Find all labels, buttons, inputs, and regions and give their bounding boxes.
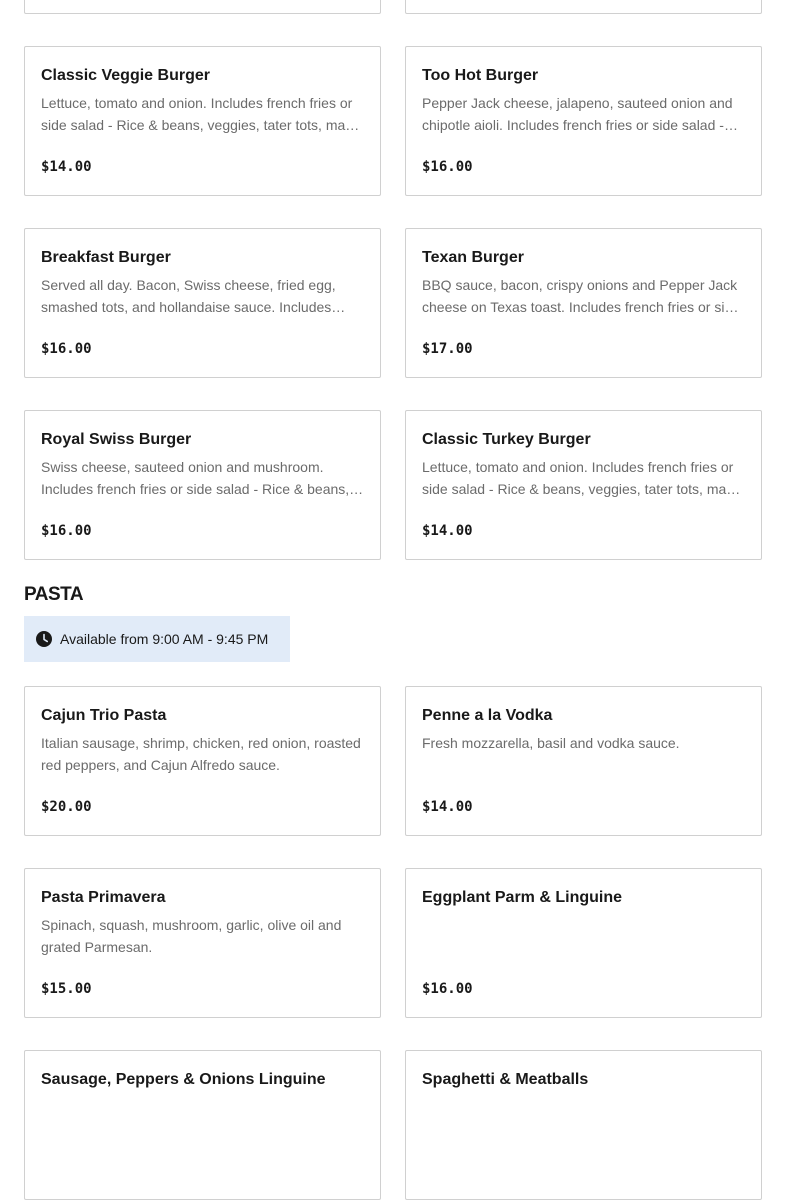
item-name: Texan Burger	[422, 249, 524, 266]
item-name: Spaghetti & Meatballs	[422, 1071, 589, 1088]
item-name: Classic Turkey Burger	[422, 431, 591, 448]
item-price: $16.00	[422, 159, 473, 175]
menu-item-card[interactable]: Breakfast Burger Served all day. Bacon, …	[24, 228, 381, 378]
menu-item-card[interactable]: Too Hot Burger Pepper Jack cheese, jalap…	[405, 46, 762, 196]
menu-item-card[interactable]: Texan Burger BBQ sauce, bacon, crispy on…	[405, 228, 762, 378]
menu-item-card[interactable]: Royal Swiss Burger Swiss cheese, sauteed…	[24, 410, 381, 560]
item-name: Cajun Trio Pasta	[41, 707, 167, 724]
item-price: $14.00	[422, 799, 473, 815]
clock-icon	[36, 631, 52, 647]
menu-item-card[interactable]: Sausage, Peppers & Onions Linguine	[24, 1050, 381, 1200]
menu-item-card[interactable]: Eggplant Parm & Linguine $16.00	[405, 868, 762, 1018]
availability-text: Available from 9:00 AM - 9:45 PM	[60, 631, 269, 647]
item-description: BBQ sauce, bacon, crispy onions and Pepp…	[422, 277, 741, 315]
item-description: Pepper Jack cheese, jalapeno, sauteed on…	[422, 95, 733, 133]
item-name: Penne a la Vodka	[422, 707, 553, 724]
item-price: $16.00	[41, 341, 92, 357]
item-description: Italian sausage, shrimp, chicken, red on…	[41, 735, 361, 773]
item-price: $20.00	[41, 799, 92, 815]
menu-item-card[interactable]: Spaghetti & Meatballs	[405, 1050, 762, 1200]
item-name: Classic Veggie Burger	[41, 67, 210, 84]
item-name: Breakfast Burger	[41, 249, 171, 266]
item-price: $14.00	[422, 523, 473, 539]
item-description: Fresh mozzarella, basil and vodka sauce.	[422, 735, 680, 751]
item-description: Swiss cheese, sauteed onion and mushroom…	[41, 459, 350, 497]
item-description: Lettuce, tomato and onion. Includes fren…	[422, 459, 734, 497]
item-name: Too Hot Burger	[422, 67, 539, 84]
menu-item-card[interactable]: Cajun Trio Pasta Italian sausage, shrimp…	[24, 686, 381, 836]
menu-item-card-top-left[interactable]	[24, 0, 381, 14]
item-price: $15.00	[41, 981, 92, 997]
item-name: Royal Swiss Burger	[41, 431, 192, 448]
item-name: Eggplant Parm & Linguine	[422, 889, 623, 906]
item-price: $16.00	[422, 981, 473, 997]
item-name: Pasta Primavera	[41, 889, 166, 906]
item-name: Sausage, Peppers & Onions Linguine	[41, 1071, 326, 1088]
item-price: $14.00	[41, 159, 92, 175]
menu-item-card[interactable]: Classic Turkey Burger Lettuce, tomato an…	[405, 410, 762, 560]
item-price: $16.00	[41, 523, 92, 539]
menu-item-card[interactable]: Penne a la Vodka Fresh mozzarella, basil…	[405, 686, 762, 836]
availability-banner: Available from 9:00 AM - 9:45 PM	[24, 616, 290, 662]
menu-item-card[interactable]: Pasta Primavera Spinach, squash, mushroo…	[24, 868, 381, 1018]
item-description: Lettuce, tomato and onion. Includes fren…	[41, 95, 353, 133]
item-description: Served all day. Bacon, Swiss cheese, fri…	[41, 277, 336, 315]
menu-item-card[interactable]: Classic Veggie Burger Lettuce, tomato an…	[24, 46, 381, 196]
item-description: Spinach, squash, mushroom, garlic, olive…	[41, 917, 342, 955]
section-title-pasta: PASTA	[24, 584, 84, 605]
menu-item-card-top-right[interactable]	[405, 0, 762, 14]
item-price: $17.00	[422, 341, 473, 357]
